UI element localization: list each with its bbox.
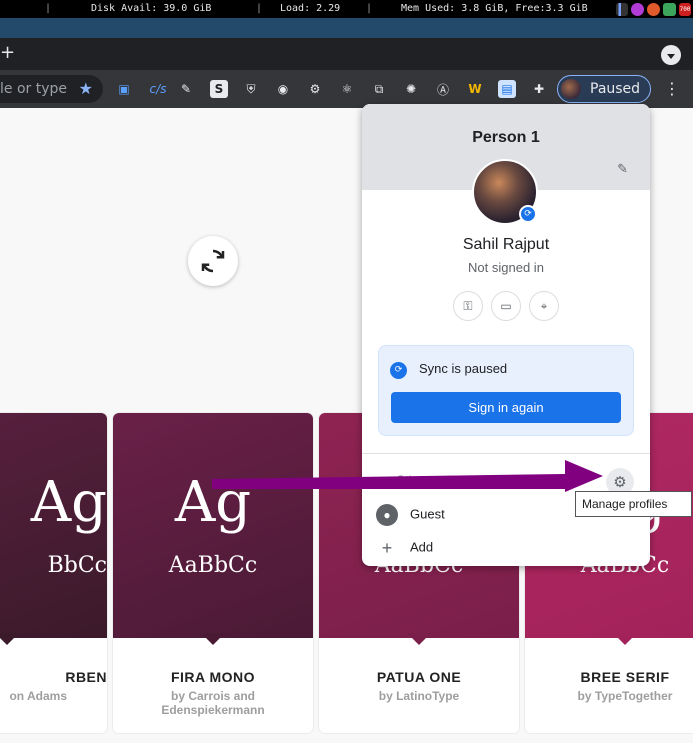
- font-author: by Carrois and Edenspiekermann: [161, 689, 265, 717]
- window-title-bar: [0, 18, 693, 38]
- sign-in-status: Not signed in: [468, 260, 544, 275]
- font-author: on Adams: [9, 689, 67, 703]
- disk-status: Disk Avail: 39.0 GiB: [91, 3, 212, 14]
- guest-label: Guest: [410, 506, 445, 522]
- tray-app-icon[interactable]: [663, 2, 676, 16]
- tab-strip: +: [0, 38, 693, 70]
- separator: |: [366, 3, 373, 14]
- profile-name-heading: Person 1: [472, 129, 540, 146]
- add-profile-item[interactable]: + Add: [376, 537, 433, 559]
- sync-paused-panel: ⟳ Sync is paused Sign in again: [378, 345, 634, 436]
- separator: |: [256, 3, 263, 14]
- font-card[interactable]: Ag AaBbCc FIRA MONO by Carrois and Edenspie…: [113, 413, 313, 733]
- a-circle-icon[interactable]: Ⓐ: [434, 80, 452, 98]
- preview-notch: [407, 633, 431, 645]
- add-label: Add: [410, 539, 434, 555]
- preview-notch: [201, 633, 225, 645]
- guest-profile-item[interactable]: ● Guest: [376, 504, 445, 526]
- user-name: Sahil Rajput: [462, 236, 550, 253]
- tab-search-button[interactable]: [661, 45, 681, 65]
- font-sample-small: BbCc: [47, 553, 107, 578]
- tray-badge[interactable]: 700: [679, 2, 691, 16]
- font-name: BREE SERIF: [580, 669, 670, 685]
- gear-extension-icon[interactable]: ⚙: [306, 80, 324, 98]
- avatar: [561, 79, 581, 99]
- notification-icon[interactable]: [647, 2, 660, 16]
- extension-x-icon[interactable]: ▣: [115, 80, 133, 98]
- w-icon[interactable]: W: [466, 80, 484, 98]
- separator: |: [45, 3, 52, 14]
- address-bar-placeholder: le or type: [0, 81, 67, 97]
- bookmark-star-icon[interactable]: ★: [79, 75, 93, 103]
- react-icon[interactable]: ⚛: [338, 80, 356, 98]
- sync-paused-badge-icon: ⟳: [519, 205, 537, 223]
- memory-status: Mem Used: 3.8 GiB, Free:3.3 GiB: [401, 3, 588, 14]
- load-status: Load: 2.29: [280, 3, 341, 14]
- font-sample-large: Ag: [30, 470, 107, 535]
- font-author: by LatinoType: [378, 689, 460, 703]
- address-bar[interactable]: le or type ★: [0, 75, 103, 103]
- font-author: by TypeTogether: [577, 689, 673, 703]
- copy-icon[interactable]: ⧉: [370, 80, 388, 98]
- edit-profile-pencil-icon[interactable]: ✎: [617, 162, 628, 177]
- system-tray: 700: [616, 2, 691, 16]
- profile-button[interactable]: Paused: [557, 75, 651, 103]
- screen: | Disk Avail: 39.0 GiB | Load: 2.29 | Me…: [0, 0, 693, 743]
- clipboard-icon[interactable]: ▤: [498, 80, 516, 98]
- globe-icon[interactable]: ✺: [402, 80, 420, 98]
- font-sample-small: AaBbCc: [168, 553, 258, 578]
- refresh-icon: [201, 249, 225, 273]
- font-name: PATUA ONE: [376, 669, 462, 685]
- browser-toolbar: le or type ★ ▣ c/s ✎ S ⛨ ◉ ⚙ ⚛ ⧉ ✺ Ⓐ W ▤ ✚ Paused ⋮: [0, 70, 693, 108]
- manage-profiles-tooltip: Manage profiles: [575, 491, 692, 517]
- sync-icon: ⟳: [390, 362, 407, 379]
- feather-icon[interactable]: ✎: [177, 80, 195, 98]
- cjs-icon[interactable]: c/s: [146, 80, 170, 98]
- firefox-icon[interactable]: [631, 2, 644, 16]
- guest-icon: ●: [376, 504, 398, 526]
- add-icon: +: [381, 538, 393, 558]
- location-icon[interactable]: ⌖: [529, 291, 559, 321]
- puzzle-icon[interactable]: ✚: [530, 80, 548, 98]
- ublock-icon[interactable]: ⛨: [242, 80, 260, 98]
- font-name: RBEN: [65, 669, 107, 685]
- sign-in-again-button[interactable]: Sign in again: [391, 392, 621, 423]
- browser-menu-icon[interactable]: ⋮: [664, 80, 680, 100]
- font-sample-large: Ag: [174, 470, 252, 535]
- font-name: FIRA MONO: [170, 669, 256, 685]
- s-icon[interactable]: S: [210, 80, 228, 98]
- font-card[interactable]: Ag BbCc RBEN on Adams: [0, 413, 107, 733]
- key-icon[interactable]: ⚿: [453, 291, 483, 321]
- card-icon[interactable]: ▭: [491, 291, 521, 321]
- signal-icon[interactable]: [616, 2, 628, 16]
- other-profiles-heading: Other profiles: [396, 473, 469, 487]
- divider: [362, 453, 650, 454]
- new-tab-button[interactable]: +: [0, 43, 15, 63]
- preview-notch: [0, 633, 19, 645]
- eyes-icon[interactable]: ◉: [274, 80, 292, 98]
- profile-button-label: Paused: [590, 81, 641, 97]
- preview-notch: [613, 633, 637, 645]
- sync-status-label: Sync is paused: [419, 361, 508, 376]
- reload-icon[interactable]: [188, 236, 238, 286]
- system-status-bar: | Disk Avail: 39.0 GiB | Load: 2.29 | Me…: [0, 0, 693, 18]
